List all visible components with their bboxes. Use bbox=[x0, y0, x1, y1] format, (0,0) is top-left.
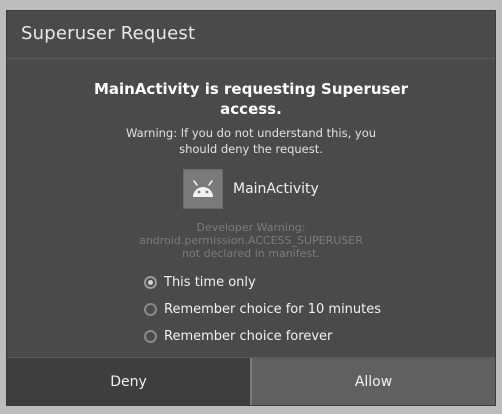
android-icon bbox=[183, 169, 223, 209]
option-label: Remember choice for 10 minutes bbox=[164, 302, 382, 317]
title-divider bbox=[7, 58, 495, 59]
headline-line-2: access. bbox=[220, 100, 282, 118]
radio-button[interactable] bbox=[144, 303, 157, 316]
dev-warning-line-3: not declared in manifest. bbox=[182, 247, 320, 260]
option-remember-10-minutes[interactable]: Remember choice for 10 minutes bbox=[144, 296, 381, 323]
option-this-time-only[interactable]: This time only bbox=[144, 269, 381, 296]
app-name: MainActivity bbox=[233, 181, 319, 197]
option-label: Remember choice forever bbox=[164, 329, 333, 344]
dialog-buttons: Deny Allow bbox=[7, 357, 495, 405]
superuser-request-dialog: Superuser Request MainActivity is reques… bbox=[6, 10, 496, 406]
dev-warning-line-2: android.permission.ACCESS_SUPERUSER bbox=[139, 234, 363, 247]
option-remember-forever[interactable]: Remember choice forever bbox=[144, 323, 381, 350]
developer-warning: Developer Warning: android.permission.AC… bbox=[7, 221, 495, 260]
dialog-title: Superuser Request bbox=[21, 23, 196, 44]
dev-warning-line-1: Developer Warning: bbox=[196, 221, 306, 234]
radio-button-selected[interactable] bbox=[144, 276, 157, 289]
remember-options: This time only Remember choice for 10 mi… bbox=[144, 269, 381, 350]
warning-line-2: should deny the request. bbox=[179, 142, 323, 156]
warning-line-1: Warning: If you do not understand this, … bbox=[125, 126, 377, 140]
allow-button[interactable]: Allow bbox=[250, 358, 495, 405]
screen-background: Superuser Request MainActivity is reques… bbox=[0, 0, 502, 414]
warning-text: Warning: If you do not understand this, … bbox=[7, 125, 495, 157]
option-label: This time only bbox=[164, 275, 256, 290]
request-headline: MainActivity is requesting Superuser acc… bbox=[7, 79, 495, 119]
requesting-app: MainActivity bbox=[183, 169, 319, 209]
headline-line-1: MainActivity is requesting Superuser bbox=[93, 80, 409, 98]
radio-button[interactable] bbox=[144, 330, 157, 343]
deny-button[interactable]: Deny bbox=[7, 358, 250, 405]
